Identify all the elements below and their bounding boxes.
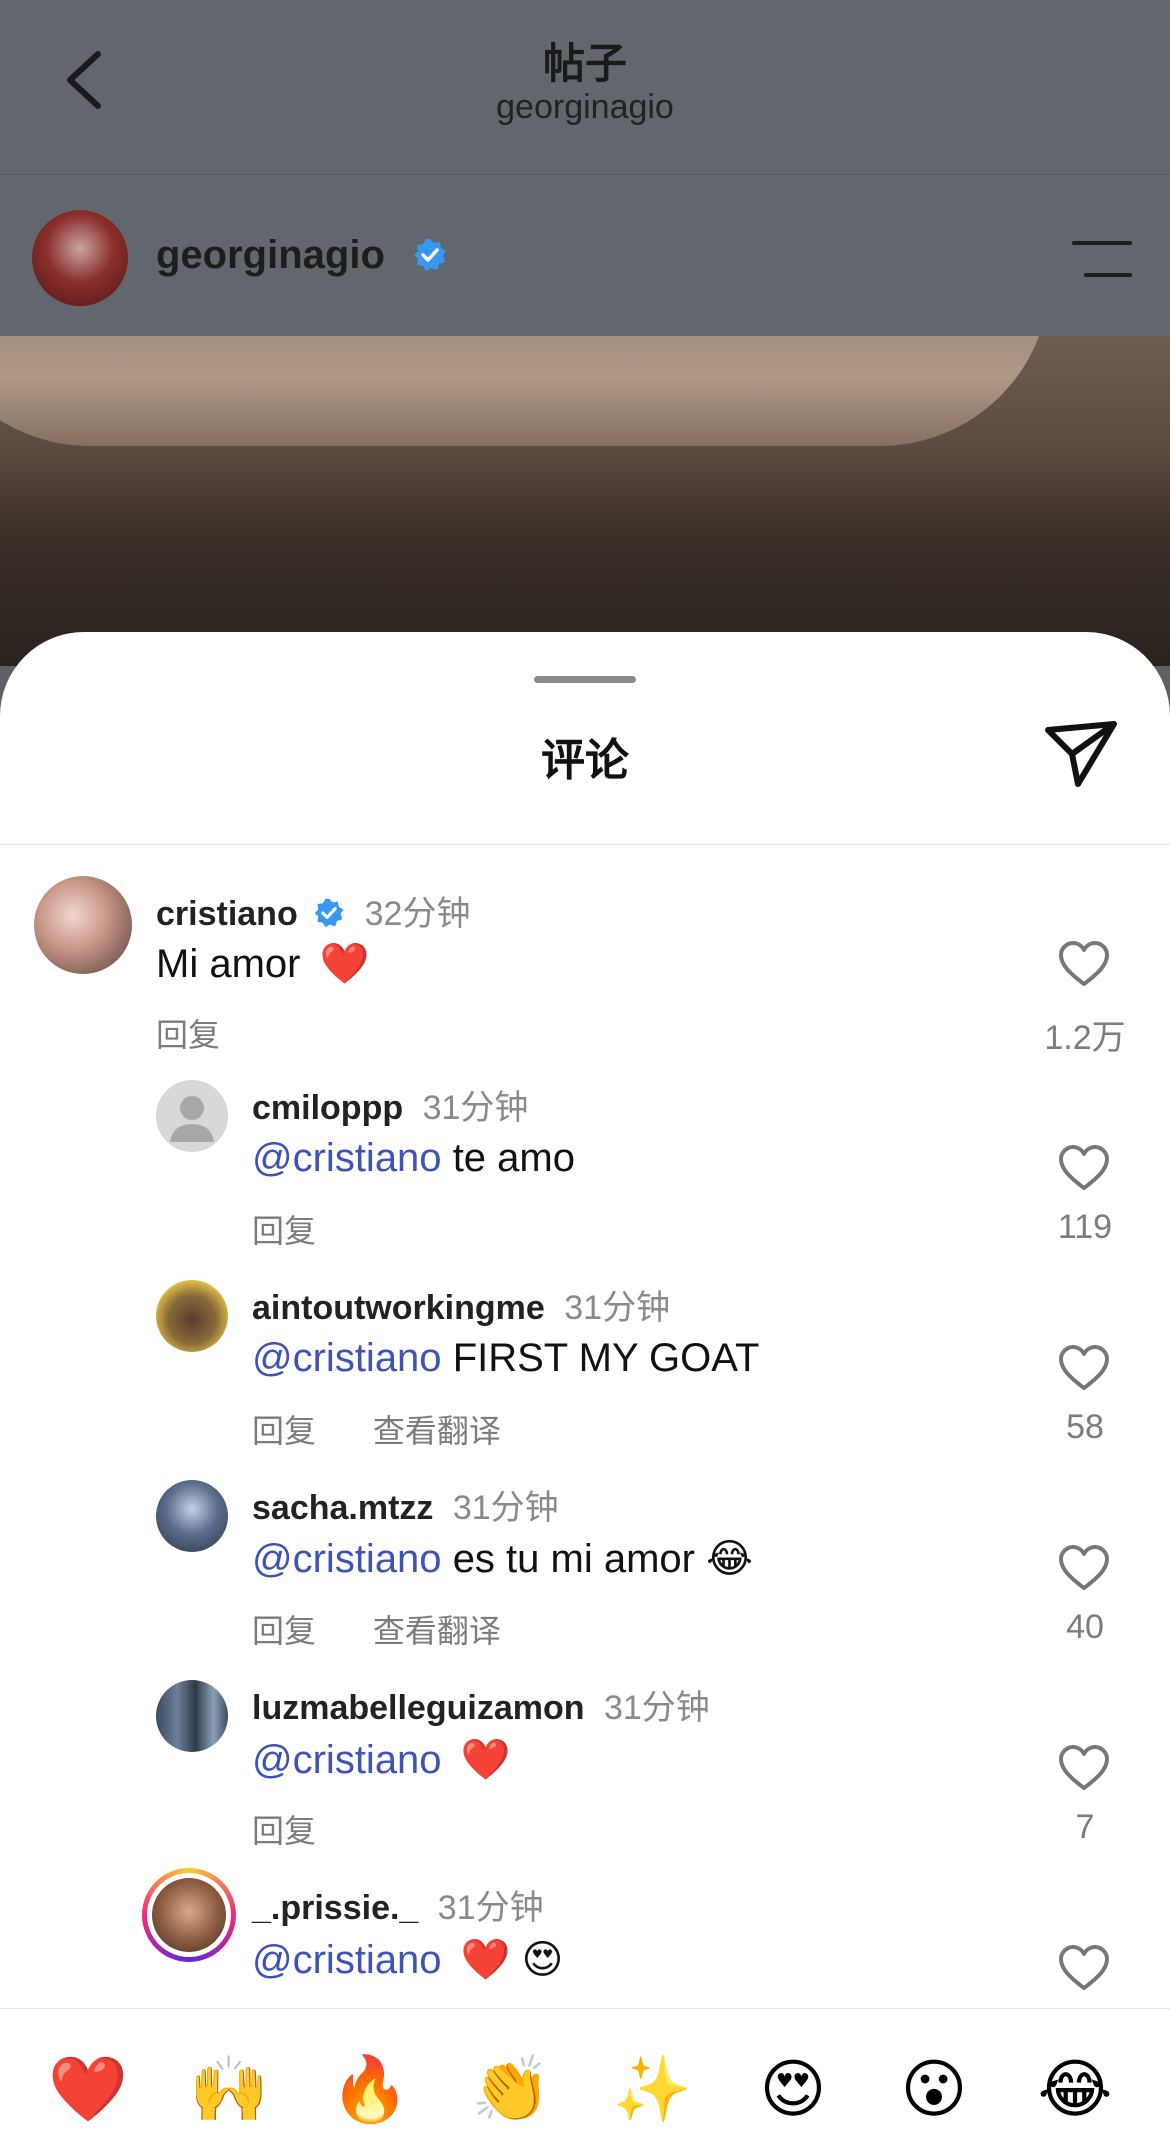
mention-link[interactable]: @cristiano [252, 1738, 442, 1782]
comment-username[interactable]: aintoutworkingme [252, 1289, 545, 1327]
reply-button[interactable]: 回复 [252, 1813, 316, 1849]
reply-item: luzmabelleguizamon 31分钟 @cristiano ❤️ 回复… [0, 1680, 1170, 1870]
heart-outline-icon[interactable] [1058, 940, 1110, 988]
comment-text: Mi amor ❤️ [156, 940, 369, 987]
verified-badge-icon [314, 898, 344, 928]
comment-time: 32分钟 [364, 895, 471, 933]
default-avatar-icon[interactable] [156, 1080, 228, 1152]
comment-text: @cristiano te amo [252, 1136, 575, 1181]
reaction-surprised-emoji[interactable]: 😮 [894, 2049, 974, 2129]
comment-username[interactable]: cristiano [156, 895, 298, 933]
reaction-sparkles-emoji[interactable]: ✨ [612, 2049, 692, 2129]
reaction-clap-emoji[interactable]: 👏 [471, 2049, 551, 2129]
reply-button[interactable]: 回复 [252, 1413, 316, 1449]
comment-meta: aintoutworkingme 31分钟 [252, 1280, 670, 1329]
reaction-heart-eyes-emoji[interactable]: 😍 [753, 2049, 833, 2129]
comment-text: @cristiano ❤️ 😍 [252, 1936, 563, 1983]
comment-username[interactable]: sacha.mtzz [252, 1489, 433, 1527]
see-translation-button[interactable]: 查看翻译 [373, 1413, 501, 1449]
comment-actions: 回复 [156, 1010, 268, 1056]
comment-body: FIRST MY GOAT [452, 1336, 760, 1380]
like-count: 1.2万 [1044, 1019, 1126, 1057]
avatar[interactable] [156, 1680, 228, 1752]
comment-meta: luzmabelleguizamon 31分钟 [252, 1680, 710, 1729]
reply-item: cmiloppp 31分钟 @cristiano te amo 回复 119 [0, 1080, 1170, 1270]
share-icon[interactable] [1042, 718, 1120, 790]
page-subtitle: georginagio [496, 88, 674, 126]
reaction-heart-emoji[interactable]: ❤️ [48, 2049, 128, 2129]
reply-button[interactable]: 回复 [156, 1017, 220, 1053]
comment-time: 31分钟 [564, 1289, 671, 1327]
like-count: 119 [1057, 1208, 1113, 1246]
reply-button[interactable]: 回复 [252, 1613, 316, 1649]
like-count: 40 [1066, 1608, 1104, 1646]
heart-outline-icon[interactable] [1058, 1544, 1110, 1592]
post-image-detail [0, 336, 1050, 446]
heart-eyes-emoji: 😍 [521, 1938, 564, 1982]
avatar[interactable] [156, 1480, 228, 1552]
comment-actions: 回复 [252, 1806, 364, 1852]
comment-text: @cristiano ❤️ [252, 1736, 511, 1783]
heart-emoji: ❤️ [319, 942, 370, 986]
reaction-fire-emoji[interactable]: 🔥 [330, 2049, 410, 2129]
avatar[interactable] [34, 876, 132, 974]
reply-item: aintoutworkingme 31分钟 @cristiano FIRST M… [0, 1280, 1170, 1470]
heart-outline-icon[interactable] [1058, 1144, 1110, 1192]
comment-username[interactable]: cmiloppp [252, 1089, 403, 1127]
story-ring-avatar[interactable] [142, 1868, 236, 1962]
comment-time: 31分钟 [452, 1489, 559, 1527]
heart-emoji: ❤️ [460, 1738, 511, 1782]
comment-meta: cristiano 32分钟 [156, 886, 470, 935]
comment-meta: cmiloppp 31分钟 [252, 1080, 528, 1129]
quick-reaction-bar: ❤️ 🙌 🔥 👏 ✨ 😍 😮 😂 [0, 2008, 1170, 2135]
comment-time: 31分钟 [603, 1689, 710, 1727]
avatar[interactable] [156, 1280, 228, 1352]
reaction-raised-hands-emoji[interactable]: 🙌 [189, 2049, 269, 2129]
person-icon [170, 1096, 214, 1142]
top-bar: 帖子 georginagio [0, 0, 1170, 174]
post-image [0, 336, 1170, 666]
sheet-title: 评论 [541, 736, 629, 785]
comment-actions: 回复 查看翻译 [252, 1606, 549, 1652]
comments-sheet: 评论 cristiano 32分钟 Mi amor ❤️ 回复 1.2万 cmi… [0, 632, 1170, 2134]
comment-time: 31分钟 [422, 1089, 529, 1127]
comment-meta: _.prissie._ 31分钟 [252, 1880, 544, 1929]
mention-link[interactable]: @cristiano [252, 1537, 442, 1581]
post-author-username[interactable]: georginagio [156, 233, 385, 278]
comment-username[interactable]: luzmabelleguizamon [252, 1689, 585, 1727]
divider [0, 844, 1170, 845]
like-count: 58 [1066, 1408, 1104, 1446]
reply-item: sacha.mtzz 31分钟 @cristiano es tu mi amor… [0, 1480, 1170, 1670]
see-translation-button[interactable]: 查看翻译 [373, 1613, 501, 1649]
like-count: 7 [1075, 1808, 1095, 1846]
comment-item: cristiano 32分钟 Mi amor ❤️ 回复 1.2万 [0, 876, 1170, 1066]
page-title: 帖子 [542, 40, 627, 87]
comment-body: es tu mi amor [452, 1537, 695, 1581]
heart-outline-icon[interactable] [1058, 1944, 1110, 1992]
comment-text: @cristiano FIRST MY GOAT [252, 1336, 759, 1381]
post-header: georginagio [0, 174, 1170, 337]
laughing-emoji: 😂 [706, 1537, 753, 1581]
comment-body: te amo [452, 1136, 575, 1180]
comment-actions: 回复 查看翻译 [252, 1406, 549, 1452]
heart-outline-icon[interactable] [1058, 1744, 1110, 1792]
menu-icon[interactable] [1072, 235, 1132, 281]
comment-time: 31分钟 [437, 1889, 544, 1927]
comment-actions: 回复 [252, 1206, 364, 1252]
verified-badge-icon [414, 239, 446, 271]
comment-body: Mi amor [156, 942, 301, 986]
reply-button[interactable]: 回复 [252, 1213, 316, 1249]
reaction-laughing-emoji[interactable]: 😂 [1035, 2049, 1115, 2129]
mention-link[interactable]: @cristiano [252, 1336, 442, 1380]
mention-link[interactable]: @cristiano [252, 1938, 442, 1982]
comment-text: @cristiano es tu mi amor 😂 [252, 1536, 753, 1582]
post-author-avatar[interactable] [32, 210, 128, 306]
heart-outline-icon[interactable] [1058, 1344, 1110, 1392]
comment-meta: sacha.mtzz 31分钟 [252, 1480, 559, 1529]
mention-link[interactable]: @cristiano [252, 1136, 442, 1180]
comment-username[interactable]: _.prissie._ [252, 1889, 418, 1927]
heart-emoji: ❤️ [460, 1938, 511, 1982]
drag-handle[interactable] [534, 676, 636, 683]
